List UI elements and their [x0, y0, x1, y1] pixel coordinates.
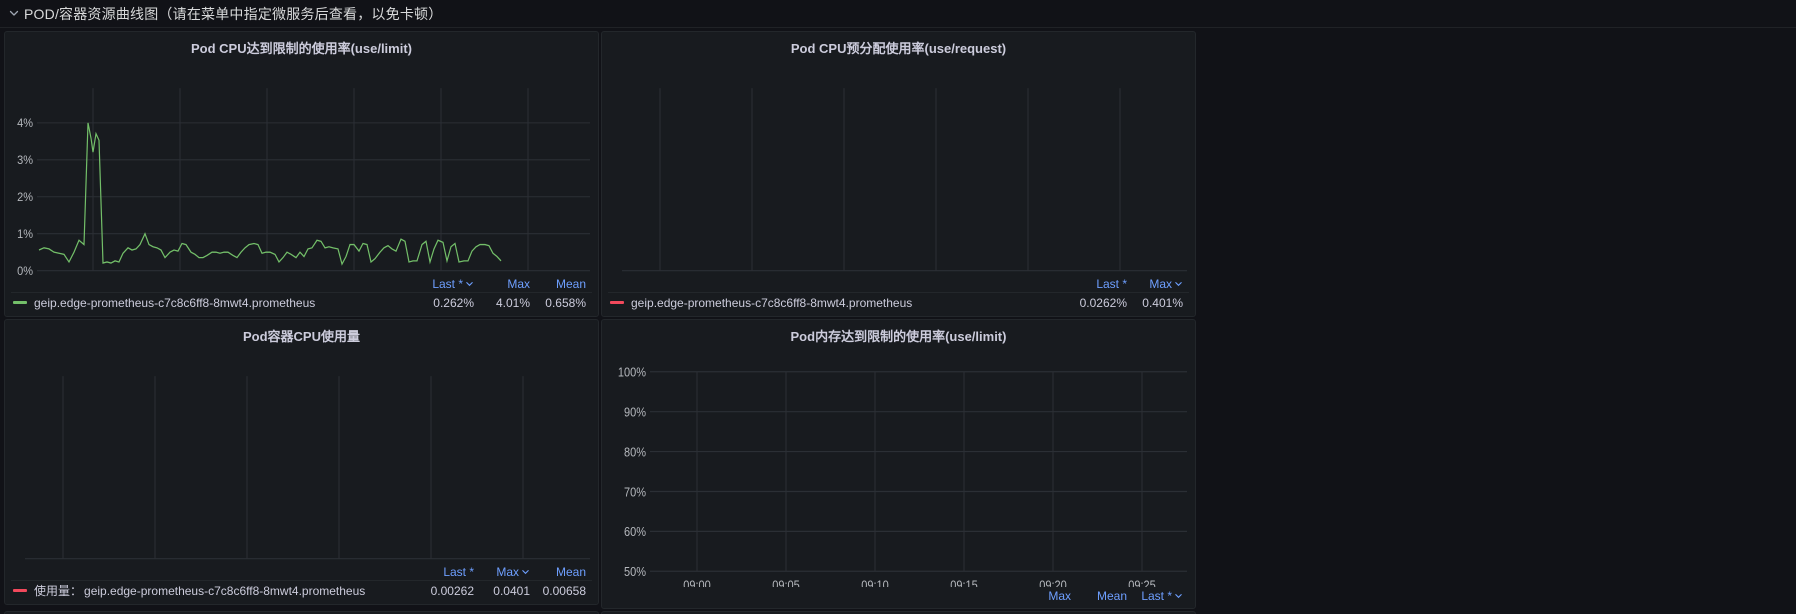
- svg-text:09:00: 09:00: [683, 577, 711, 587]
- chevron-down-icon: [466, 282, 473, 287]
- legend-col-max: Max: [1149, 276, 1172, 291]
- row-title: POD/容器资源曲线图（请在菜单中指定微服务后查看，以免卡顿）: [24, 5, 443, 22]
- svg-text:0%: 0%: [17, 266, 33, 275]
- svg-text:3%: 3%: [17, 155, 33, 167]
- legend-col-max: Max: [496, 564, 519, 579]
- panel-pod-mem-limit[interactable]: Pod内存达到限制的使用率(use/limit) 100% 90% 80% 70…: [601, 319, 1196, 609]
- legend-color-swatch[interactable]: [13, 301, 27, 304]
- legend-series-row[interactable]: geip.edge-prometheus-c7c8c6ff8-8mwt4.pro…: [608, 292, 1189, 312]
- panel-pod-cpu-limit[interactable]: Pod CPU达到限制的使用率(use/limit) 0% 1% 2% 3% 4…: [4, 31, 599, 317]
- legend-value-max: 0.401%: [1142, 295, 1183, 310]
- panel-chart-area[interactable]: 100% 90% 80% 70% 60% 50% 09:00 09:05 09:…: [602, 350, 1195, 587]
- legend-value-max: 0.0401: [493, 583, 530, 598]
- panel-title: Pod容器CPU使用量: [242, 328, 360, 344]
- legend-value-last: 0.00262: [430, 583, 474, 598]
- legend-series-label[interactable]: geip.edge-prometheus-c7c8c6ff8-8mwt4.pro…: [84, 584, 424, 598]
- legend-series-label[interactable]: geip.edge-prometheus-c7c8c6ff8-8mwt4.pro…: [631, 296, 1067, 310]
- line-chart-cpu-request: 09:00 09:05 09:10 09:15 09:20 09:25: [602, 62, 1195, 275]
- chevron-down-icon[interactable]: [8, 7, 20, 19]
- legend-sort-max[interactable]: Max: [1133, 277, 1189, 291]
- line-chart-container-cpu: 09:00 09:05 09:10 09:15 09:20 09:25: [5, 350, 598, 563]
- svg-text:09:05: 09:05: [772, 577, 800, 587]
- legend-sort-mean[interactable]: Mean: [536, 565, 592, 579]
- svg-text:09:10: 09:10: [861, 577, 889, 587]
- panel-header[interactable]: Pod CPU预分配使用率(use/request): [602, 32, 1195, 62]
- legend-series-prefix: 使用量：: [34, 584, 83, 598]
- panel-grid: Pod CPU达到限制的使用率(use/limit) 0% 1% 2% 3% 4…: [0, 29, 1796, 614]
- legend-col-last: Last *: [432, 276, 463, 291]
- svg-text:2%: 2%: [17, 192, 33, 204]
- legend-sort-mean[interactable]: Mean: [536, 277, 592, 291]
- legend-sort-last[interactable]: Last *: [424, 565, 480, 579]
- panel-legend[interactable]: Last * Max Mean 使用量： geip.edge-prometheu…: [5, 563, 598, 604]
- panel-title: Pod CPU预分配使用率(use/request): [790, 40, 1007, 56]
- panel-pod-cpu-request[interactable]: Pod CPU预分配使用率(use/request) 09:00 09:05: [601, 31, 1196, 317]
- panel-header[interactable]: Pod CPU达到限制的使用率(use/limit): [5, 32, 598, 62]
- legend-series-row[interactable]: geip.edge-prometheus-c7c8c6ff8-8mwt4.pro…: [11, 292, 592, 312]
- legend-value-mean: 0.00658: [542, 583, 586, 598]
- legend-col-mean: Mean: [555, 564, 586, 579]
- chevron-down-icon: [1175, 282, 1182, 287]
- svg-text:100%: 100%: [618, 365, 646, 380]
- panel-header[interactable]: Pod容器CPU使用量: [5, 320, 598, 350]
- legend-sort-last[interactable]: Last *: [1067, 277, 1133, 291]
- legend-sort-max[interactable]: Max: [1021, 589, 1077, 603]
- grafana-dashboard: POD/容器资源曲线图（请在菜单中指定微服务后查看，以免卡顿） Pod CPU达…: [0, 0, 1796, 614]
- legend-sort-last[interactable]: Last *: [424, 277, 480, 291]
- legend-value-last: 0.262%: [433, 295, 474, 310]
- legend-sort-max[interactable]: Max: [480, 277, 536, 291]
- svg-text:50%: 50%: [624, 564, 646, 579]
- legend-sort-max[interactable]: Max: [480, 565, 536, 579]
- panel-pod-container-cpu[interactable]: Pod容器CPU使用量 09:00 09:05 09:10: [4, 319, 599, 605]
- legend-color-swatch[interactable]: [610, 301, 624, 304]
- panel-chart-area[interactable]: 09:00 09:05 09:10 09:15 09:20 09:25: [602, 62, 1195, 275]
- legend-col-last: Last *: [1141, 588, 1172, 603]
- chevron-down-icon: [522, 570, 529, 575]
- panel-legend[interactable]: Last * Max Mean geip.edge-prometheus-c7c…: [5, 275, 598, 316]
- legend-col-last: Last *: [1096, 276, 1127, 291]
- legend-col-max: Max: [1048, 588, 1071, 603]
- dashboard-row-header[interactable]: POD/容器资源曲线图（请在菜单中指定微服务后查看，以免卡顿）: [0, 0, 1796, 28]
- line-chart-mem-limit: 100% 90% 80% 70% 60% 50% 09:00 09:05 09:…: [602, 350, 1195, 587]
- legend-header-row: Last * Max Mean: [11, 275, 592, 292]
- svg-text:80%: 80%: [624, 444, 646, 459]
- panel-title: Pod内存达到限制的使用率(use/limit): [790, 328, 1007, 344]
- svg-text:90%: 90%: [624, 405, 646, 420]
- panel-chart-area[interactable]: 0% 1% 2% 3% 4% 09:00 09:05 09:10 09:15 0…: [5, 62, 598, 275]
- legend-col-mean: Mean: [1096, 588, 1127, 603]
- svg-text:1%: 1%: [17, 229, 33, 241]
- legend-value-last: 0.0262%: [1079, 295, 1127, 310]
- legend-header-row: Last * Max: [608, 275, 1189, 292]
- svg-text:4%: 4%: [17, 118, 33, 130]
- legend-value-mean: 0.658%: [545, 295, 586, 310]
- panel-legend[interactable]: Last * Max geip.edge-prometheus-c7c8c6ff…: [602, 275, 1195, 316]
- svg-text:09:15: 09:15: [950, 577, 978, 587]
- legend-value-max: 4.01%: [495, 295, 530, 310]
- line-chart-cpu-limit: 0% 1% 2% 3% 4% 09:00 09:05 09:10 09:15 0…: [5, 62, 598, 275]
- panel-header[interactable]: Pod内存达到限制的使用率(use/limit): [602, 320, 1195, 350]
- legend-sort-mean[interactable]: Mean: [1077, 589, 1133, 603]
- chevron-down-icon: [1175, 594, 1182, 599]
- svg-text:09:25: 09:25: [1128, 577, 1156, 587]
- panel-title: Pod CPU达到限制的使用率(use/limit): [190, 40, 412, 56]
- legend-series-label[interactable]: geip.edge-prometheus-c7c8c6ff8-8mwt4.pro…: [34, 296, 424, 310]
- panel-chart-area[interactable]: 09:00 09:05 09:10 09:15 09:20 09:25: [5, 350, 598, 563]
- legend-col-max: Max: [507, 276, 530, 291]
- legend-sort-last[interactable]: Last *: [1133, 589, 1189, 603]
- legend-col-mean: Mean: [555, 276, 586, 291]
- legend-header-row: Last * Max Mean: [11, 563, 592, 580]
- legend-color-swatch[interactable]: [13, 589, 27, 592]
- legend-header-row: Max Mean Last *: [608, 587, 1189, 604]
- panel-legend[interactable]: Max Mean Last *: [602, 587, 1195, 608]
- legend-col-last: Last *: [443, 564, 474, 579]
- svg-text:09:20: 09:20: [1039, 577, 1067, 587]
- svg-text:60%: 60%: [624, 524, 646, 539]
- legend-series-row[interactable]: 使用量： geip.edge-prometheus-c7c8c6ff8-8mwt…: [11, 580, 592, 600]
- svg-text:70%: 70%: [624, 484, 646, 499]
